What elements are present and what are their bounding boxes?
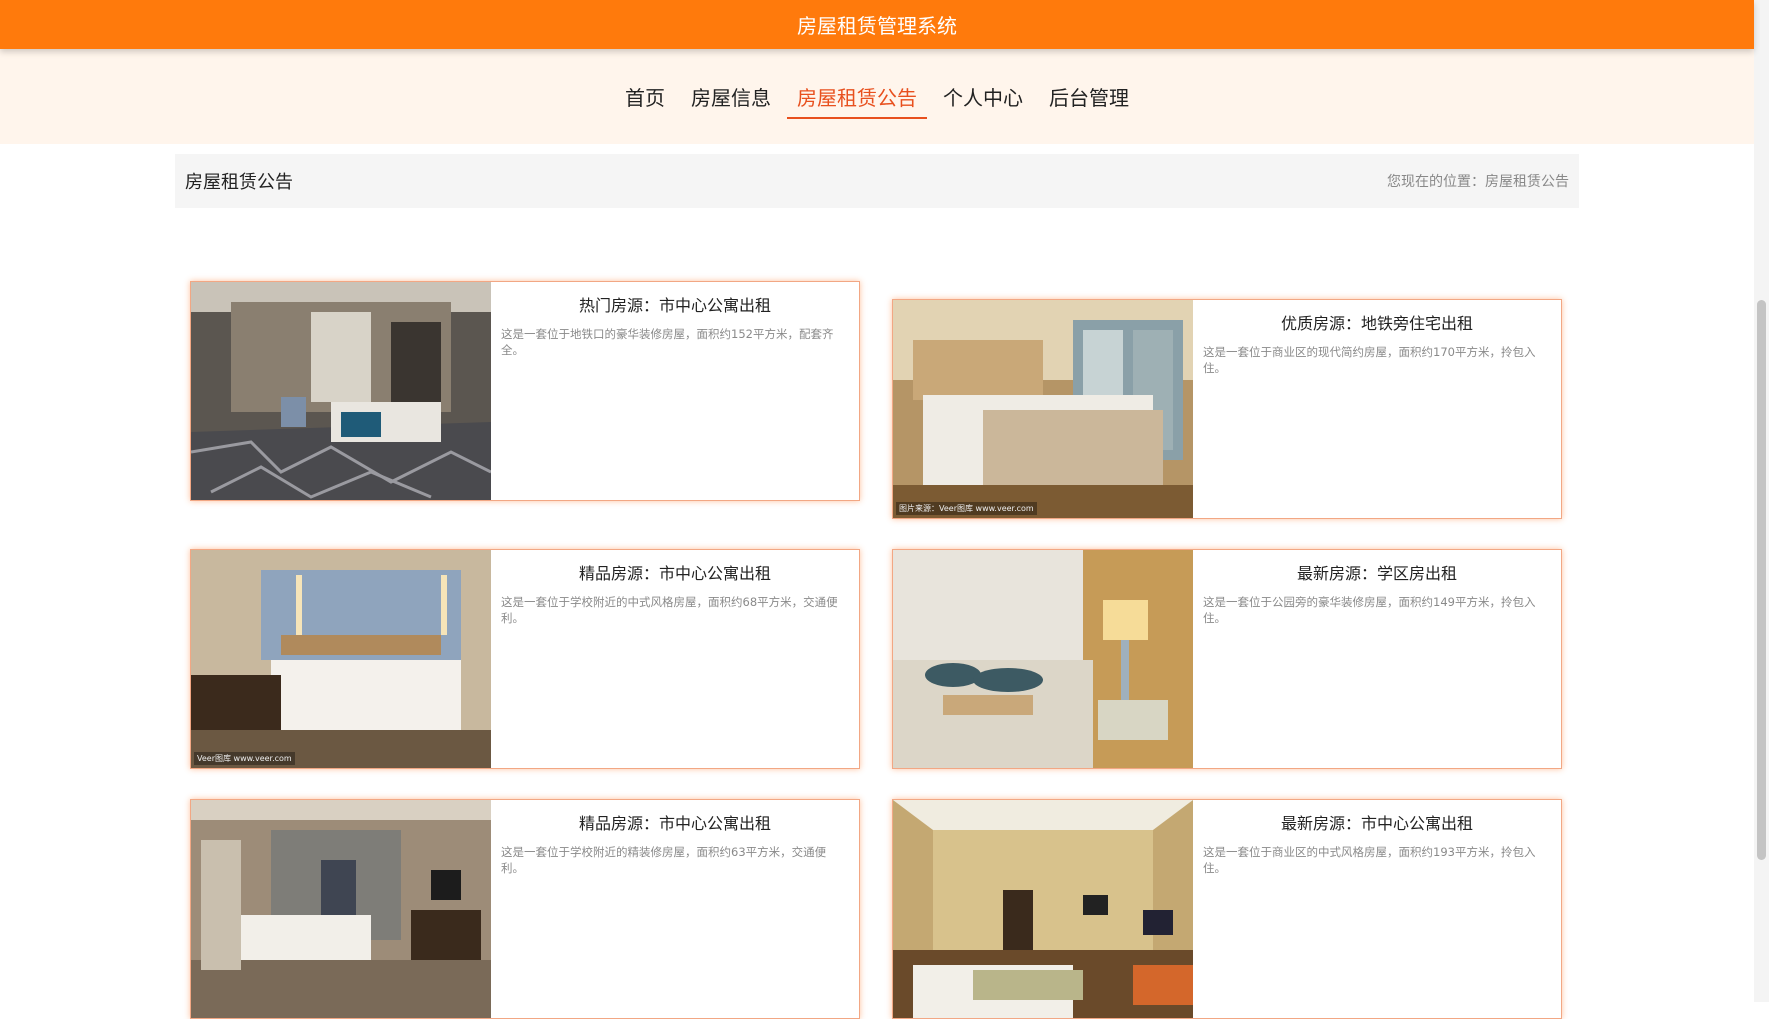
scrollbar-thumb[interactable] — [1757, 300, 1766, 860]
card-title[interactable]: 优质房源：地铁旁住宅出租 — [1203, 310, 1551, 334]
scrollbar[interactable] — [1754, 0, 1769, 1002]
nav-rental-notices[interactable]: 房屋租赁公告 — [787, 80, 927, 119]
card-desc: 这是一套位于学校附近的精装修房屋，面积约63平方米，交通便利。 — [501, 845, 827, 875]
card-title[interactable]: 精品房源：市中心公寓出租 — [501, 560, 849, 584]
nav-personal-center[interactable]: 个人中心 — [933, 80, 1033, 119]
notice-card[interactable]: Veer图库 www.veer.com 精品房源：市中心公寓出租 这是一套位于学… — [190, 549, 860, 769]
room-photo[interactable]: Veer图库 www.veer.com — [191, 550, 491, 768]
nav-house-info[interactable]: 房屋信息 — [681, 80, 781, 119]
card-desc: 这是一套位于公园旁的豪华装修房屋，面积约149平方米，拎包入住。 — [1203, 595, 1536, 625]
notice-card[interactable]: 最新房源：学区房出租 这是一套位于公园旁的豪华装修房屋，面积约149平方米，拎包… — [892, 549, 1562, 769]
nav-home[interactable]: 首页 — [615, 80, 675, 119]
app-header: 房屋租赁管理系统 — [0, 0, 1754, 49]
app-title: 房屋租赁管理系统 — [797, 14, 957, 38]
page-title: 房屋租赁公告 — [185, 172, 293, 193]
card-title[interactable]: 热门房源：市中心公寓出租 — [501, 292, 849, 316]
breadcrumb: 房屋租赁公告 您现在的位置：房屋租赁公告 — [175, 154, 1579, 208]
notice-card[interactable]: 图片来源：Veer图库 www.veer.com 优质房源：地铁旁住宅出租 这是… — [892, 299, 1562, 519]
nav-admin[interactable]: 后台管理 — [1039, 80, 1139, 119]
main-nav: 首页 房屋信息 房屋租赁公告 个人中心 后台管理 — [0, 80, 1754, 119]
room-photo[interactable] — [191, 282, 491, 500]
room-photo[interactable]: 图片来源：Veer图库 www.veer.com — [893, 300, 1193, 518]
card-desc: 这是一套位于商业区的中式风格房屋，面积约193平方米，拎包入住。 — [1203, 845, 1536, 875]
room-photo[interactable] — [893, 550, 1193, 768]
card-title[interactable]: 最新房源：学区房出租 — [1203, 560, 1551, 584]
notice-card[interactable]: 精品房源：市中心公寓出租 这是一套位于学校附近的精装修房屋，面积约63平方米，交… — [190, 799, 860, 1019]
photo-watermark: 图片来源：Veer图库 www.veer.com — [896, 502, 1037, 515]
room-photo[interactable] — [893, 800, 1193, 1018]
location-text: 您现在的位置：房屋租赁公告 — [1387, 174, 1569, 190]
card-title[interactable]: 精品房源：市中心公寓出租 — [501, 810, 849, 834]
notice-card[interactable]: 热门房源：市中心公寓出租 这是一套位于地铁口的豪华装修房屋，面积约152平方米，… — [190, 281, 860, 501]
card-desc: 这是一套位于学校附近的中式风格房屋，面积约68平方米，交通便利。 — [501, 595, 838, 625]
card-desc: 这是一套位于地铁口的豪华装修房屋，面积约152平方米，配套齐全。 — [501, 327, 834, 357]
photo-watermark: Veer图库 www.veer.com — [194, 752, 295, 765]
card-desc: 这是一套位于商业区的现代简约房屋，面积约170平方米，拎包入住。 — [1203, 345, 1536, 375]
notice-card[interactable]: 最新房源：市中心公寓出租 这是一套位于商业区的中式风格房屋，面积约193平方米，… — [892, 799, 1562, 1019]
card-title[interactable]: 最新房源：市中心公寓出租 — [1203, 810, 1551, 834]
room-photo[interactable] — [191, 800, 491, 1018]
